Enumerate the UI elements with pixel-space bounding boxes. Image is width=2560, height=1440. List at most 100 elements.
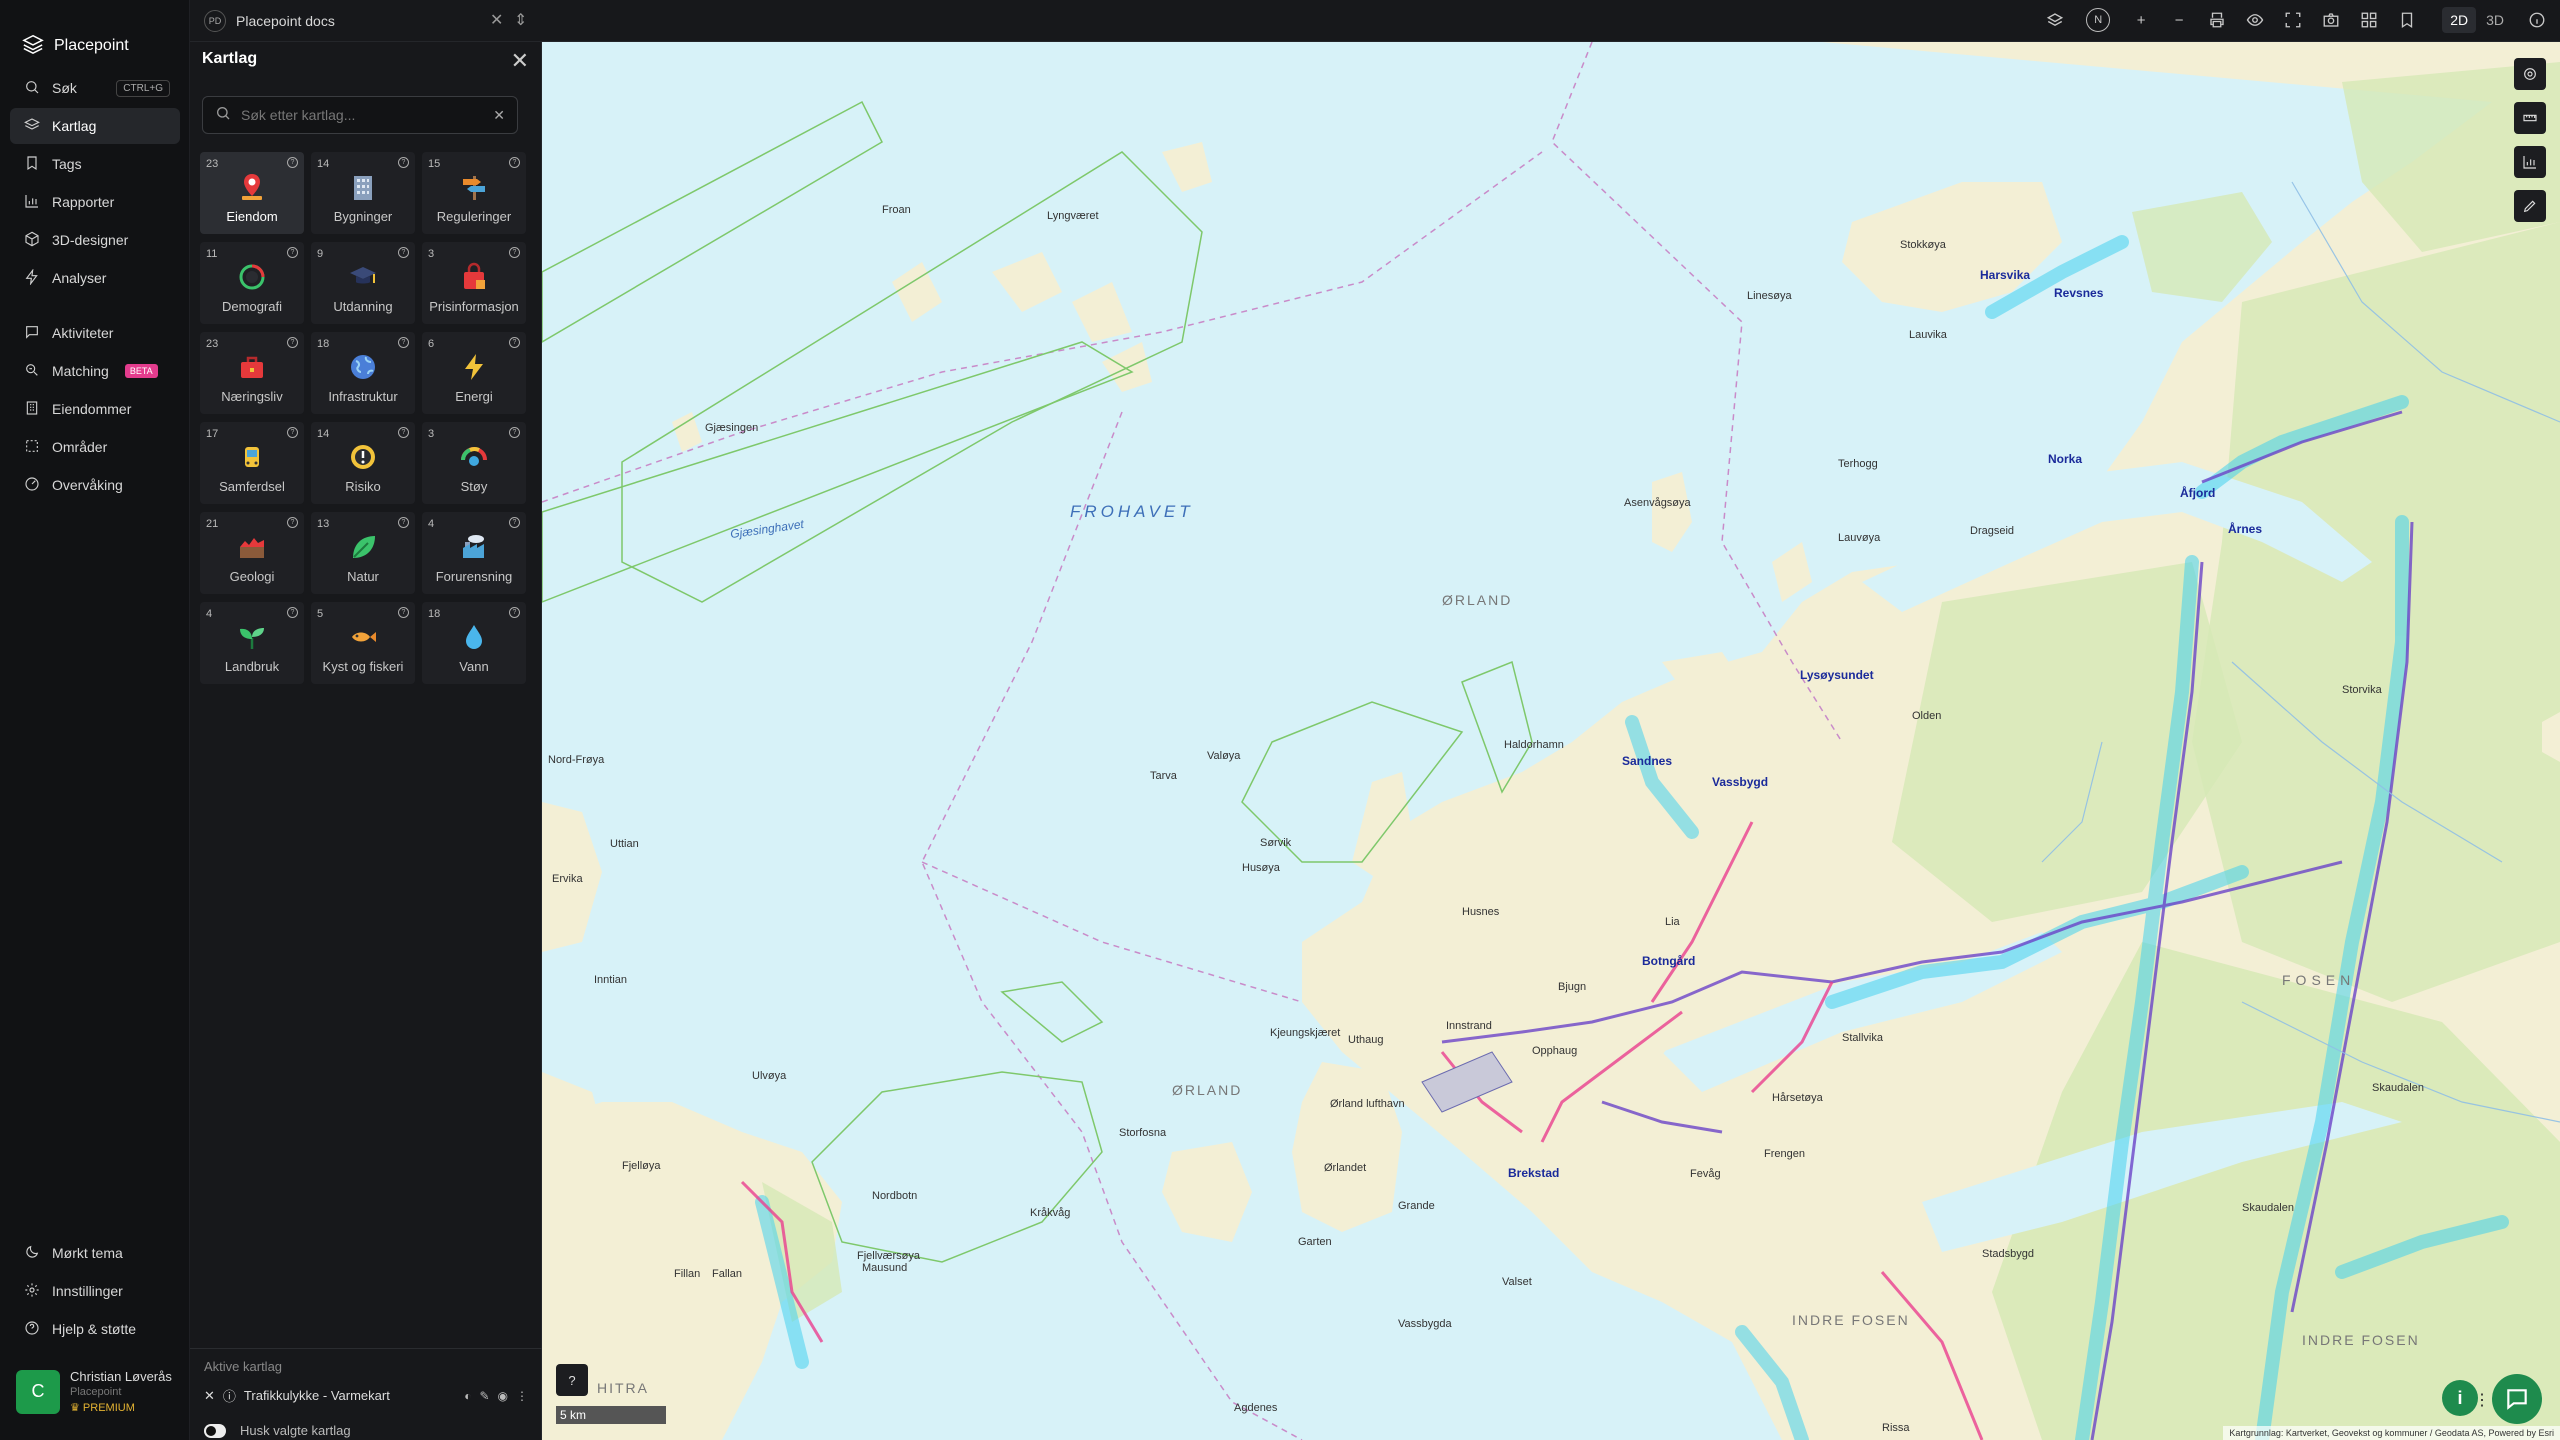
category-tile-utdanning[interactable]: 9 ? Utdanning bbox=[311, 242, 415, 324]
grid-icon[interactable] bbox=[2356, 6, 2382, 34]
opacity-icon[interactable]: ◐ bbox=[464, 1389, 471, 1403]
category-tile-landbruk[interactable]: 4 ? Landbruk bbox=[200, 602, 304, 684]
nav-label: Hjelp & støtte bbox=[52, 1321, 137, 1337]
category-tile-samferdsel[interactable]: 17 ? Samferdsel bbox=[200, 422, 304, 504]
category-tile-demografi[interactable]: 11 ? Demografi bbox=[200, 242, 304, 324]
nav-item-help[interactable]: Hjelp & støtte bbox=[10, 1311, 180, 1347]
user-profile[interactable]: C Christian Løverås Placepoint ♛ PREMIUM bbox=[16, 1369, 172, 1414]
compass-north-button[interactable]: N bbox=[2080, 6, 2116, 34]
info-icon[interactable]: ? bbox=[509, 607, 520, 618]
info-icon[interactable]: ? bbox=[509, 427, 520, 438]
close-icon[interactable]: ✕ bbox=[511, 48, 529, 74]
info-icon[interactable]: ? bbox=[398, 607, 409, 618]
map-label-place: Ulvøya bbox=[752, 1070, 787, 1082]
category-tile-prisinformasjon[interactable]: 3 ? Prisinformasjon bbox=[422, 242, 526, 324]
print-icon[interactable] bbox=[2204, 6, 2230, 34]
category-tile-kyst-og-fiskeri[interactable]: 5 ? Kyst og fiskeri bbox=[311, 602, 415, 684]
tile-count: 14 bbox=[317, 158, 330, 170]
clear-search-icon[interactable]: ✕ bbox=[493, 107, 505, 124]
document-tab[interactable]: PD Placepoint docs bbox=[204, 7, 335, 35]
nav-item-3d-designer[interactable]: 3D-designer bbox=[10, 222, 180, 258]
nav-item-eiendommer[interactable]: Eiendommer bbox=[10, 391, 180, 427]
map-label-place: Skaudalen bbox=[2372, 1082, 2424, 1094]
info-icon[interactable] bbox=[2524, 6, 2550, 34]
nav-item-analyser[interactable]: Analyser bbox=[10, 260, 180, 296]
brand[interactable]: Placepoint bbox=[0, 0, 189, 70]
layer-settings-icon[interactable] bbox=[2514, 58, 2546, 90]
nav-item-dark-theme[interactable]: Mørkt tema bbox=[10, 1235, 180, 1271]
nav-item-rapporter[interactable]: Rapporter bbox=[10, 184, 180, 220]
category-tile-reguleringer[interactable]: 15 ? Reguleringer bbox=[422, 152, 526, 234]
info-icon[interactable]: ? bbox=[287, 157, 298, 168]
layers-stack-icon[interactable] bbox=[2042, 6, 2068, 34]
camera-icon[interactable] bbox=[2318, 6, 2344, 34]
nav-item-aktiviteter[interactable]: Aktiviteter bbox=[10, 315, 180, 351]
category-tile-stoy[interactable]: 3 ? Støy bbox=[422, 422, 526, 504]
info-icon[interactable]: ? bbox=[398, 337, 409, 348]
layer-search-input[interactable] bbox=[241, 107, 484, 123]
nav-item-settings[interactable]: Innstillinger bbox=[10, 1273, 180, 1309]
info-icon[interactable]: ? bbox=[398, 517, 409, 528]
mode-2d-button[interactable]: 2D bbox=[2442, 7, 2477, 33]
category-tile-infrastruktur[interactable]: 18 ? Infrastruktur bbox=[311, 332, 415, 414]
cube-icon bbox=[24, 231, 40, 250]
chat-button[interactable] bbox=[2492, 1374, 2542, 1424]
tile-label: Energi bbox=[455, 389, 493, 404]
chevron-updown-icon[interactable]: ⇕ bbox=[514, 10, 527, 30]
map-canvas[interactable]: FROHAVET Gjæsinghavet ØRLAND ØRLAND FOSE… bbox=[542, 42, 2560, 1440]
map-label-place: Stokkøya bbox=[1900, 239, 1946, 251]
info-icon[interactable]: ? bbox=[398, 427, 409, 438]
more-vertical-icon[interactable]: ⋮ bbox=[516, 1389, 528, 1403]
info-icon[interactable]: ? bbox=[287, 247, 298, 258]
tile-count: 23 bbox=[206, 338, 219, 350]
info-icon[interactable]: ? bbox=[509, 157, 520, 168]
info-icon[interactable]: ? bbox=[287, 337, 298, 348]
nav-item-sok[interactable]: Søk CTRL+G bbox=[10, 70, 180, 106]
chart-icon[interactable] bbox=[2514, 146, 2546, 178]
info-fab-icon[interactable]: i bbox=[2442, 1380, 2478, 1416]
zoom-in-icon[interactable]: + bbox=[2128, 6, 2154, 34]
category-tile-energi[interactable]: 6 ? Energi bbox=[422, 332, 526, 414]
info-icon[interactable]: ? bbox=[509, 337, 520, 348]
visibility-eye-icon[interactable]: ◉ bbox=[498, 1389, 508, 1403]
remove-layer-icon[interactable]: ✕ bbox=[204, 1388, 215, 1404]
edit-icon[interactable]: ✎ bbox=[479, 1389, 489, 1403]
category-tile-eiendom[interactable]: 23 ? Eiendom bbox=[200, 152, 304, 234]
fullscreen-icon[interactable] bbox=[2280, 6, 2306, 34]
map-help-button[interactable]: ? bbox=[556, 1364, 588, 1396]
info-icon[interactable]: ? bbox=[287, 607, 298, 618]
category-tile-naeringsliv[interactable]: 23 ? Næringsliv bbox=[200, 332, 304, 414]
nav-item-omrader[interactable]: Områder bbox=[10, 429, 180, 465]
mode-3d-button[interactable]: 3D bbox=[2478, 7, 2512, 33]
eye-icon[interactable] bbox=[2242, 6, 2268, 34]
nav-item-matching[interactable]: Matching BETA bbox=[10, 353, 180, 389]
category-tile-vann[interactable]: 18 ? Vann bbox=[422, 602, 526, 684]
category-tile-risiko[interactable]: 14 ? Risiko bbox=[311, 422, 415, 504]
info-icon[interactable]: ? bbox=[509, 247, 520, 258]
measure-icon[interactable] bbox=[2514, 102, 2546, 134]
category-tile-natur[interactable]: 13 ? Natur bbox=[311, 512, 415, 594]
bookmark-icon[interactable] bbox=[2394, 6, 2420, 34]
info-icon[interactable]: ? bbox=[509, 517, 520, 528]
map-label-place: Fallan bbox=[712, 1268, 742, 1280]
nav-item-kartlag[interactable]: Kartlag bbox=[10, 108, 180, 144]
nav-item-tags[interactable]: Tags bbox=[10, 146, 180, 182]
radar-icon bbox=[24, 476, 40, 495]
tile-count: 3 bbox=[428, 428, 435, 440]
tile-count: 17 bbox=[206, 428, 219, 440]
draw-tool-icon[interactable] bbox=[2514, 190, 2546, 222]
remember-layers-toggle[interactable] bbox=[204, 1423, 226, 1438]
info-icon[interactable]: ? bbox=[398, 157, 409, 168]
zoom-out-icon[interactable]: − bbox=[2166, 6, 2192, 34]
factory-icon bbox=[458, 531, 490, 563]
info-icon[interactable]: ? bbox=[287, 517, 298, 528]
close-tab-icon[interactable]: ✕ bbox=[490, 10, 503, 30]
info-icon[interactable]: ? bbox=[398, 247, 409, 258]
category-tile-bygninger[interactable]: 14 ? Bygninger bbox=[311, 152, 415, 234]
layer-info-icon[interactable]: ⓘ bbox=[223, 1386, 236, 1405]
info-icon[interactable]: ? bbox=[287, 427, 298, 438]
category-tile-forurensning[interactable]: 4 ? Forurensning bbox=[422, 512, 526, 594]
nav-item-overvaking[interactable]: Overvåking bbox=[10, 467, 180, 503]
map-label-town: Brekstad bbox=[1508, 1166, 1560, 1180]
category-tile-geologi[interactable]: 21 ? Geologi bbox=[200, 512, 304, 594]
